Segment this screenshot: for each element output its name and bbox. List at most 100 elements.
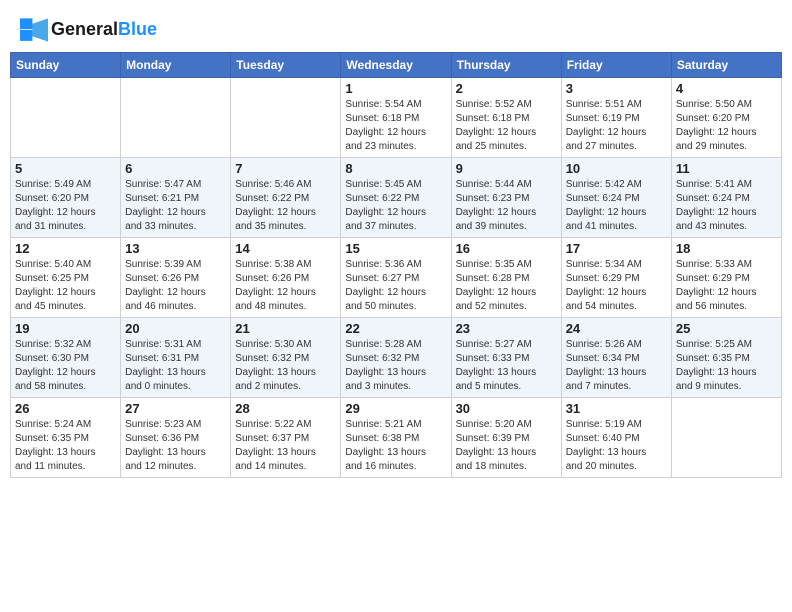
week-row-2: 5 Sunrise: 5:49 AM Sunset: 6:20 PM Daylig…: [11, 158, 782, 238]
calendar-cell: 13 Sunrise: 5:39 AM Sunset: 6:26 PM Dayli…: [121, 238, 231, 318]
day-info: Sunrise: 5:36 AM Sunset: 6:27 PM Dayligh…: [345, 258, 446, 314]
day-number: 14: [235, 241, 336, 256]
calendar-cell: 8 Sunrise: 5:45 AM Sunset: 6:22 PM Daylig…: [341, 158, 451, 238]
calendar-cell: 30Sunrise: 5:20 AM Sunset: 6:39 PM Dayli…: [451, 398, 561, 478]
day-number: 13: [125, 241, 226, 256]
calendar-cell: 28 Sunrise: 5:22 AM Sunset: 6:37 PM Dayli…: [231, 398, 341, 478]
day-info: Sunrise: 5:21 AM Sunset: 6:38 PM Dayligh…: [345, 418, 446, 474]
day-info: Sunrise: 5:19 AM Sunset: 6:40 PM Dayligh…: [566, 418, 667, 474]
day-info: Sunrise: 5:50 AM Sunset: 6:20 PM Dayligh…: [676, 98, 777, 154]
calendar-cell: 22Sunrise: 5:28 AM Sunset: 6:32 PM Dayli…: [341, 318, 451, 398]
logo-icon: [20, 18, 48, 42]
day-info: Sunrise: 5:28 AM Sunset: 6:32 PM Dayligh…: [345, 338, 446, 394]
day-number: 31: [566, 401, 667, 416]
calendar-cell: 26 Sunrise: 5:24 AM Sunset: 6:35 PM Dayli…: [11, 398, 121, 478]
day-number: 9: [456, 161, 557, 176]
calendar-cell: 9Sunrise: 5:44 AM Sunset: 6:23 PM Daylig…: [451, 158, 561, 238]
page-header: GeneralBlue: [10, 10, 782, 46]
day-number: 1: [345, 81, 446, 96]
logo: GeneralBlue: [20, 18, 157, 42]
day-number: 8: [345, 161, 446, 176]
day-number: 23: [456, 321, 557, 336]
calendar-cell: 19 Sunrise: 5:32 AM Sunset: 6:30 PM Dayli…: [11, 318, 121, 398]
calendar-cell: [671, 398, 781, 478]
day-info: Sunrise: 5:46 AM Sunset: 6:22 PM Dayligh…: [235, 178, 336, 234]
header-thursday: Thursday: [451, 53, 561, 78]
calendar-cell: 24 Sunrise: 5:26 AM Sunset: 6:34 PM Dayli…: [561, 318, 671, 398]
day-info: Sunrise: 5:27 AM Sunset: 6:33 PM Dayligh…: [456, 338, 557, 394]
calendar-cell: 20 Sunrise: 5:31 AM Sunset: 6:31 PM Dayli…: [121, 318, 231, 398]
header-sunday: Sunday: [11, 53, 121, 78]
calendar-cell: 4 Sunrise: 5:50 AM Sunset: 6:20 PM Daylig…: [671, 78, 781, 158]
calendar-cell: 3 Sunrise: 5:51 AM Sunset: 6:19 PM Daylig…: [561, 78, 671, 158]
day-number: 2: [456, 81, 557, 96]
day-number: 29: [345, 401, 446, 416]
calendar-cell: 23 Sunrise: 5:27 AM Sunset: 6:33 PM Dayli…: [451, 318, 561, 398]
calendar-cell: [231, 78, 341, 158]
header-row: SundayMondayTuesdayWednesdayThursdayFrid…: [11, 53, 782, 78]
calendar-cell: [121, 78, 231, 158]
day-info: Sunrise: 5:52 AM Sunset: 6:18 PM Dayligh…: [456, 98, 557, 154]
day-info: Sunrise: 5:35 AM Sunset: 6:28 PM Dayligh…: [456, 258, 557, 314]
day-info: Sunrise: 5:41 AM Sunset: 6:24 PM Dayligh…: [676, 178, 777, 234]
calendar-cell: 25 Sunrise: 5:25 AM Sunset: 6:35 PM Dayli…: [671, 318, 781, 398]
day-info: Sunrise: 5:38 AM Sunset: 6:26 PM Dayligh…: [235, 258, 336, 314]
day-info: Sunrise: 5:51 AM Sunset: 6:19 PM Dayligh…: [566, 98, 667, 154]
day-number: 25: [676, 321, 777, 336]
day-info: Sunrise: 5:20 AM Sunset: 6:39 PM Dayligh…: [456, 418, 557, 474]
day-number: 27: [125, 401, 226, 416]
calendar-cell: 12 Sunrise: 5:40 AM Sunset: 6:25 PM Dayli…: [11, 238, 121, 318]
calendar-cell: 21Sunrise: 5:30 AM Sunset: 6:32 PM Dayli…: [231, 318, 341, 398]
day-info: Sunrise: 5:32 AM Sunset: 6:30 PM Dayligh…: [15, 338, 116, 394]
day-info: Sunrise: 5:39 AM Sunset: 6:26 PM Dayligh…: [125, 258, 226, 314]
day-number: 19: [15, 321, 116, 336]
day-info: Sunrise: 5:22 AM Sunset: 6:37 PM Dayligh…: [235, 418, 336, 474]
day-number: 15: [345, 241, 446, 256]
calendar-cell: [11, 78, 121, 158]
calendar-cell: 7 Sunrise: 5:46 AM Sunset: 6:22 PM Daylig…: [231, 158, 341, 238]
week-row-5: 26 Sunrise: 5:24 AM Sunset: 6:35 PM Dayli…: [11, 398, 782, 478]
day-info: Sunrise: 5:31 AM Sunset: 6:31 PM Dayligh…: [125, 338, 226, 394]
week-row-4: 19 Sunrise: 5:32 AM Sunset: 6:30 PM Dayli…: [11, 318, 782, 398]
day-info: Sunrise: 5:33 AM Sunset: 6:29 PM Dayligh…: [676, 258, 777, 314]
day-number: 16: [456, 241, 557, 256]
calendar-cell: 6 Sunrise: 5:47 AM Sunset: 6:21 PM Daylig…: [121, 158, 231, 238]
day-number: 11: [676, 161, 777, 176]
day-info: Sunrise: 5:24 AM Sunset: 6:35 PM Dayligh…: [15, 418, 116, 474]
day-info: Sunrise: 5:42 AM Sunset: 6:24 PM Dayligh…: [566, 178, 667, 234]
day-info: Sunrise: 5:25 AM Sunset: 6:35 PM Dayligh…: [676, 338, 777, 394]
header-saturday: Saturday: [671, 53, 781, 78]
day-number: 3: [566, 81, 667, 96]
header-monday: Monday: [121, 53, 231, 78]
day-number: 28: [235, 401, 336, 416]
day-number: 17: [566, 241, 667, 256]
day-number: 4: [676, 81, 777, 96]
day-number: 6: [125, 161, 226, 176]
day-info: Sunrise: 5:23 AM Sunset: 6:36 PM Dayligh…: [125, 418, 226, 474]
calendar-cell: 17 Sunrise: 5:34 AM Sunset: 6:29 PM Dayli…: [561, 238, 671, 318]
day-number: 10: [566, 161, 667, 176]
day-number: 26: [15, 401, 116, 416]
day-number: 5: [15, 161, 116, 176]
week-row-3: 12 Sunrise: 5:40 AM Sunset: 6:25 PM Dayli…: [11, 238, 782, 318]
day-number: 7: [235, 161, 336, 176]
calendar-cell: 14 Sunrise: 5:38 AM Sunset: 6:26 PM Dayli…: [231, 238, 341, 318]
day-info: Sunrise: 5:30 AM Sunset: 6:32 PM Dayligh…: [235, 338, 336, 394]
header-wednesday: Wednesday: [341, 53, 451, 78]
day-info: Sunrise: 5:40 AM Sunset: 6:25 PM Dayligh…: [15, 258, 116, 314]
day-info: Sunrise: 5:54 AM Sunset: 6:18 PM Dayligh…: [345, 98, 446, 154]
calendar-cell: 1 Sunrise: 5:54 AM Sunset: 6:18 PM Daylig…: [341, 78, 451, 158]
day-number: 20: [125, 321, 226, 336]
day-info: Sunrise: 5:49 AM Sunset: 6:20 PM Dayligh…: [15, 178, 116, 234]
day-info: Sunrise: 5:45 AM Sunset: 6:22 PM Dayligh…: [345, 178, 446, 234]
day-info: Sunrise: 5:47 AM Sunset: 6:21 PM Dayligh…: [125, 178, 226, 234]
week-row-1: 1 Sunrise: 5:54 AM Sunset: 6:18 PM Daylig…: [11, 78, 782, 158]
day-number: 24: [566, 321, 667, 336]
calendar-cell: 27 Sunrise: 5:23 AM Sunset: 6:36 PM Dayli…: [121, 398, 231, 478]
calendar-cell: 11 Sunrise: 5:41 AM Sunset: 6:24 PM Dayli…: [671, 158, 781, 238]
day-number: 12: [15, 241, 116, 256]
calendar-cell: 16 Sunrise: 5:35 AM Sunset: 6:28 PM Dayli…: [451, 238, 561, 318]
day-info: Sunrise: 5:26 AM Sunset: 6:34 PM Dayligh…: [566, 338, 667, 394]
logo-text: GeneralBlue: [51, 20, 157, 40]
day-info: Sunrise: 5:34 AM Sunset: 6:29 PM Dayligh…: [566, 258, 667, 314]
